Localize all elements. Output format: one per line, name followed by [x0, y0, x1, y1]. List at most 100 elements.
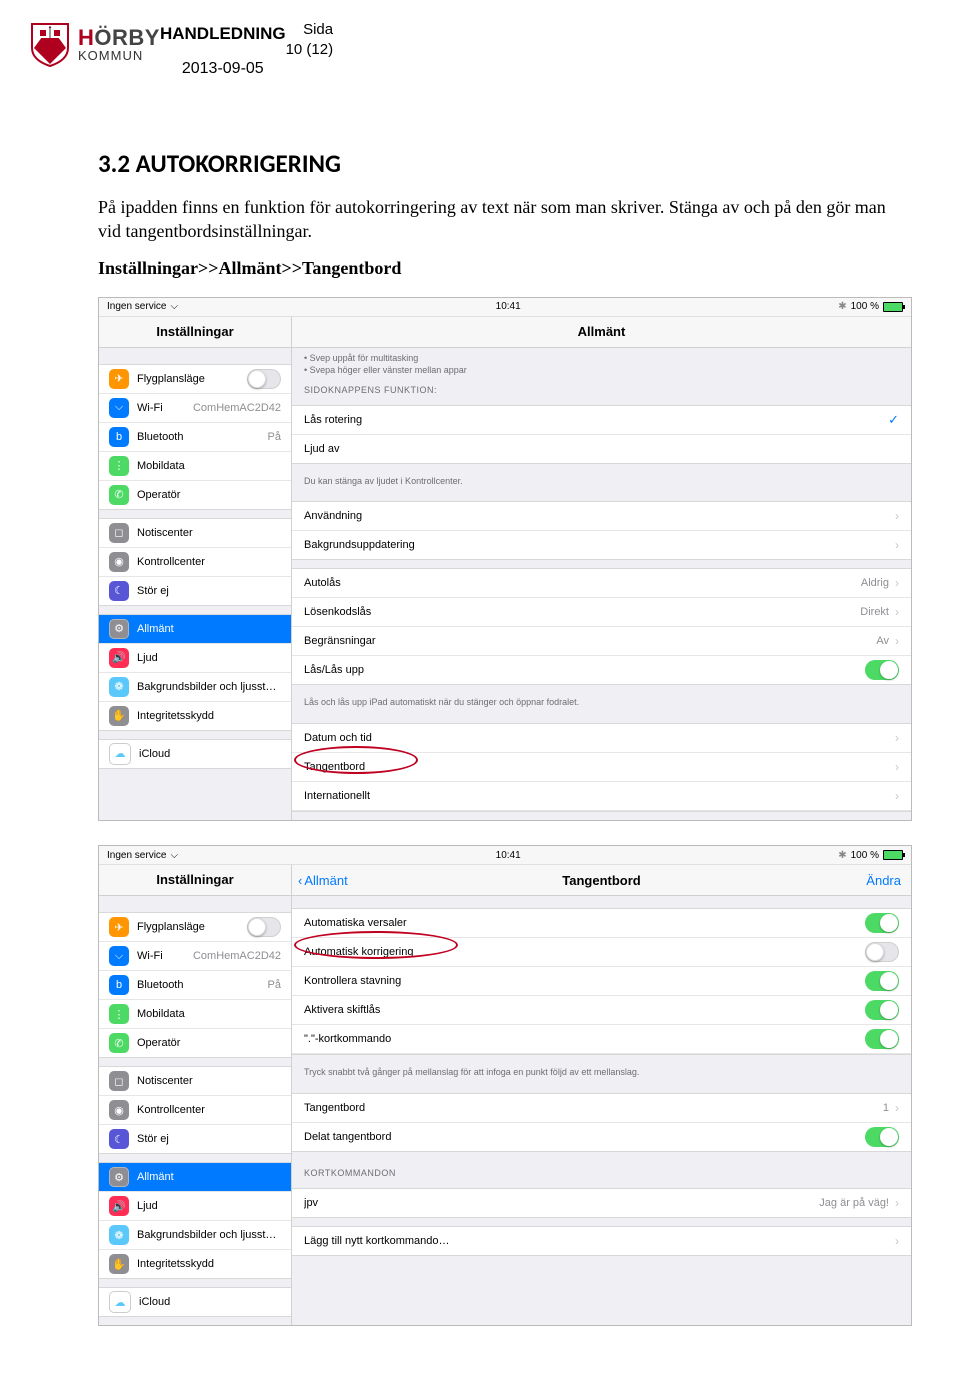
bluetooth-icon: b [109, 975, 129, 995]
chevron-right-icon: › [895, 789, 899, 803]
sidebar-item-notification[interactable]: ◻ Notiscenter [99, 1067, 291, 1096]
label: Bakgrundsuppdatering [304, 539, 889, 551]
sidebar-item-dnd[interactable]: ☾ Stör ej [99, 577, 291, 605]
sidebar-item-controlcenter[interactable]: ◉ Kontrollcenter [99, 1096, 291, 1125]
sidebar-item-notification[interactable]: ◻ Notiscenter [99, 519, 291, 548]
row-international[interactable]: Internationellt › [292, 782, 911, 811]
sidebar-item-bluetooth[interactable]: b Bluetooth På [99, 971, 291, 1000]
logo-sub: KOMMUN [78, 49, 160, 62]
sidebar-item-wallpaper[interactable]: ❁ Bakgrundsbilder och ljusst… [99, 673, 291, 702]
label: Allmänt [137, 623, 281, 635]
label: Lås/Lås upp [304, 664, 865, 676]
label: Integritetsskydd [137, 1258, 281, 1270]
row-spellcheck[interactable]: Kontrollera stavning [292, 967, 911, 996]
sidebar-item-airplane[interactable]: ✈ Flygplansläge [99, 365, 291, 394]
battery-icon [883, 850, 903, 860]
autocorrect-toggle[interactable] [865, 942, 899, 962]
row-passcode[interactable]: Lösenkodslås Direkt › [292, 598, 911, 627]
section-heading: 3.2 AUTOKORRIGERING [98, 148, 932, 179]
sidebar-item-privacy[interactable]: ✋ Integritetsskydd [99, 702, 291, 730]
wifi-icon: ⌵ [170, 850, 178, 861]
row-keyboards[interactable]: Tangentbord 1 › [292, 1094, 911, 1123]
group-header: SIDOKNAPPENS FUNKTION: [292, 377, 911, 397]
shortcut-toggle[interactable] [865, 1029, 899, 1049]
row-keyboard[interactable]: Tangentbord › [292, 753, 911, 782]
edit-button[interactable]: Ändra [866, 873, 911, 888]
cellular-icon: ⋮ [109, 456, 129, 476]
row-autolock[interactable]: Autolås Aldrig › [292, 569, 911, 598]
row-lockrotation[interactable]: Lås rotering ✓ [292, 406, 911, 435]
value: På [268, 431, 281, 443]
sidebar-item-bluetooth[interactable]: b Bluetooth På [99, 423, 291, 452]
row-restrictions[interactable]: Begränsningar Av › [292, 627, 911, 656]
page-number: Sida 10 (12) [286, 20, 334, 59]
label: Stör ej [137, 585, 281, 597]
row-shortcut[interactable]: "."-kortkommando [292, 1025, 911, 1054]
keyboard-detail: Automatiska versaler Automatisk korriger… [292, 896, 911, 1325]
label: Automatiska versaler [304, 917, 865, 929]
page-value: 10 (12) [286, 40, 334, 60]
cellular-icon: ⋮ [109, 1004, 129, 1024]
sidebar-item-carrier[interactable]: ✆ Operatör [99, 481, 291, 509]
label: Tangentbord [304, 1102, 877, 1114]
sidebar-item-wifi[interactable]: ⌵ Wi-Fi ComHemAC2D42 [99, 394, 291, 423]
label: Delat tangentbord [304, 1131, 865, 1143]
row-shortcut-jpv[interactable]: jpv Jag är på väg! › [292, 1189, 911, 1217]
capslock-toggle[interactable] [865, 1000, 899, 1020]
sidebar-item-carrier[interactable]: ✆ Operatör [99, 1029, 291, 1057]
nav-path: Inställningar>>Allmänt>>Tangentbord [98, 258, 892, 279]
row-usage[interactable]: Användning › [292, 502, 911, 531]
sidebar-item-general[interactable]: ⚙ Allmänt [99, 1163, 291, 1192]
airplane-toggle[interactable] [247, 369, 281, 389]
row-add-shortcut[interactable]: Lägg till nytt kortkommando… › [292, 1227, 911, 1255]
row-splitkeyboard[interactable]: Delat tangentbord [292, 1123, 911, 1151]
wifi-icon: ⌵ [170, 301, 178, 312]
sound-icon: 🔊 [109, 1196, 129, 1216]
row-capslock[interactable]: Aktivera skiftlås [292, 996, 911, 1025]
label: Begränsningar [304, 635, 870, 647]
back-button[interactable]: ‹ Allmänt [292, 873, 378, 888]
label: Mobildata [137, 1008, 281, 1020]
row-datetime[interactable]: Datum och tid › [292, 724, 911, 753]
sidebar-item-icloud[interactable]: ☁ iCloud [99, 740, 291, 768]
row-lockunlock[interactable]: Lås/Lås upp [292, 656, 911, 684]
hand-icon: ✋ [109, 706, 129, 726]
label: Datum och tid [304, 732, 889, 744]
sidebar-item-sound[interactable]: 🔊 Ljud [99, 1192, 291, 1221]
lockunlock-toggle[interactable] [865, 660, 899, 680]
label: Ljud [137, 1200, 281, 1212]
spellcheck-toggle[interactable] [865, 971, 899, 991]
label: Bakgrundsbilder och ljusst… [137, 681, 281, 693]
sidebar-item-wallpaper[interactable]: ❁ Bakgrundsbilder och ljusst… [99, 1221, 291, 1250]
sidebar-item-general[interactable]: ⚙ Allmänt [99, 615, 291, 644]
split-toggle[interactable] [865, 1127, 899, 1147]
sidebar-item-sound[interactable]: 🔊 Ljud [99, 644, 291, 673]
sidebar-item-airplane[interactable]: ✈ Flygplansläge [99, 913, 291, 942]
screenshot-settings-general: Ingen service ⌵ 10:41 ✱ 100 % Inställnin… [98, 297, 912, 822]
notification-icon: ◻ [109, 523, 129, 543]
label: Kontrollera stavning [304, 975, 865, 987]
label: iCloud [139, 748, 281, 760]
sidebar-item-mobiledata[interactable]: ⋮ Mobildata [99, 452, 291, 481]
hint: Lås och lås upp iPad automatiskt när du … [292, 693, 911, 715]
sidebar-item-mobiledata[interactable]: ⋮ Mobildata [99, 1000, 291, 1029]
sidebar-item-dnd[interactable]: ☾ Stör ej [99, 1125, 291, 1153]
airplane-toggle[interactable] [247, 917, 281, 937]
row-backgroundrefresh[interactable]: Bakgrundsuppdatering › [292, 531, 911, 559]
label: Notiscenter [137, 527, 281, 539]
row-mute[interactable]: Ljud av [292, 435, 911, 463]
bluetooth-icon: ✱ [838, 301, 846, 312]
row-autocapitalize[interactable]: Automatiska versaler [292, 909, 911, 938]
sidebar-title: Inställningar [99, 317, 292, 347]
value: 1 [883, 1102, 889, 1114]
notification-icon: ◻ [109, 1071, 129, 1091]
row-autocorrect[interactable]: Automatisk korrigering [292, 938, 911, 967]
sidebar-item-controlcenter[interactable]: ◉ Kontrollcenter [99, 548, 291, 577]
autocap-toggle[interactable] [865, 913, 899, 933]
status-bar: Ingen service ⌵ 10:41 ✱ 100 % [99, 846, 911, 865]
label: iCloud [139, 1296, 281, 1308]
sidebar-item-privacy[interactable]: ✋ Integritetsskydd [99, 1250, 291, 1278]
sidebar-item-wifi[interactable]: ⌵ Wi-Fi ComHemAC2D42 [99, 942, 291, 971]
sidebar-item-icloud[interactable]: ☁ iCloud [99, 1288, 291, 1316]
chevron-right-icon: › [895, 731, 899, 745]
